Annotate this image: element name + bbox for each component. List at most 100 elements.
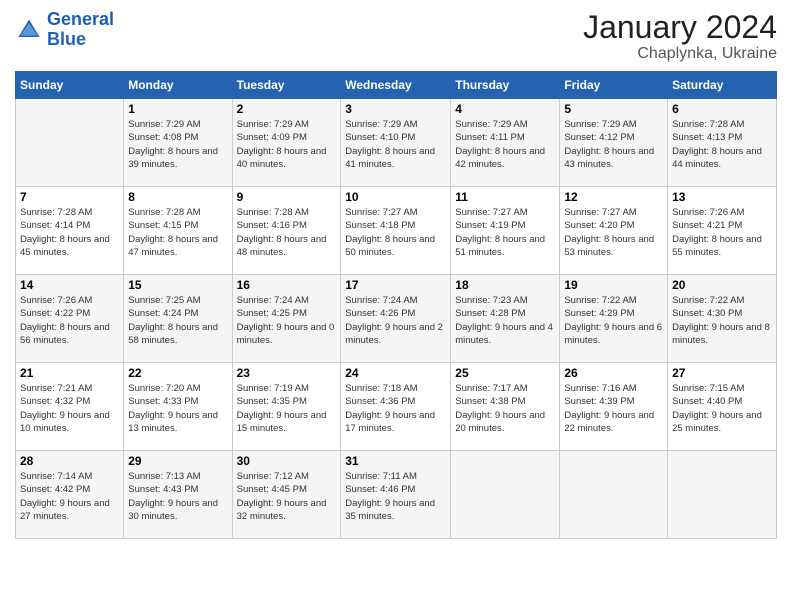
day-number: 31 [345, 454, 446, 468]
sunset-text: Sunset: 4:10 PM [345, 132, 415, 143]
day-cell: 31 Sunrise: 7:11 AM Sunset: 4:46 PM Dayl… [341, 451, 451, 539]
day-number: 27 [672, 366, 772, 380]
logo-text: General Blue [47, 10, 114, 50]
daylight-text: Daylight: 9 hours and 17 minutes. [345, 410, 435, 434]
day-number: 19 [564, 278, 663, 292]
daylight-text: Daylight: 9 hours and 10 minutes. [20, 410, 110, 434]
sunrise-text: Sunrise: 7:18 AM [345, 383, 417, 394]
day-info: Sunrise: 7:16 AM Sunset: 4:39 PM Dayligh… [564, 382, 663, 435]
daylight-text: Daylight: 9 hours and 15 minutes. [237, 410, 327, 434]
daylight-text: Daylight: 8 hours and 39 minutes. [128, 146, 218, 170]
logo-icon [15, 16, 43, 44]
daylight-text: Daylight: 8 hours and 53 minutes. [564, 234, 654, 258]
daylight-text: Daylight: 8 hours and 40 minutes. [237, 146, 327, 170]
sunset-text: Sunset: 4:38 PM [455, 396, 525, 407]
daylight-text: Daylight: 9 hours and 20 minutes. [455, 410, 545, 434]
day-cell: 23 Sunrise: 7:19 AM Sunset: 4:35 PM Dayl… [232, 363, 341, 451]
calendar-body: 1 Sunrise: 7:29 AM Sunset: 4:08 PM Dayli… [16, 99, 777, 539]
sunset-text: Sunset: 4:11 PM [455, 132, 525, 143]
sunset-text: Sunset: 4:16 PM [237, 220, 307, 231]
day-cell: 20 Sunrise: 7:22 AM Sunset: 4:30 PM Dayl… [668, 275, 777, 363]
day-info: Sunrise: 7:24 AM Sunset: 4:25 PM Dayligh… [237, 294, 337, 347]
sunset-text: Sunset: 4:30 PM [672, 308, 742, 319]
day-cell: 24 Sunrise: 7:18 AM Sunset: 4:36 PM Dayl… [341, 363, 451, 451]
sunset-text: Sunset: 4:40 PM [672, 396, 742, 407]
week-row-5: 28 Sunrise: 7:14 AM Sunset: 4:42 PM Dayl… [16, 451, 777, 539]
day-cell: 5 Sunrise: 7:29 AM Sunset: 4:12 PM Dayli… [560, 99, 668, 187]
day-info: Sunrise: 7:17 AM Sunset: 4:38 PM Dayligh… [455, 382, 555, 435]
day-number: 13 [672, 190, 772, 204]
sunset-text: Sunset: 4:14 PM [20, 220, 90, 231]
calendar-header: Sunday Monday Tuesday Wednesday Thursday… [16, 72, 777, 99]
sunset-text: Sunset: 4:08 PM [128, 132, 198, 143]
sunset-text: Sunset: 4:42 PM [20, 484, 90, 495]
day-info: Sunrise: 7:22 AM Sunset: 4:30 PM Dayligh… [672, 294, 772, 347]
header: General Blue January 2024 Chaplynka, Ukr… [15, 10, 777, 63]
day-cell: 30 Sunrise: 7:12 AM Sunset: 4:45 PM Dayl… [232, 451, 341, 539]
day-number: 29 [128, 454, 227, 468]
day-cell: 13 Sunrise: 7:26 AM Sunset: 4:21 PM Dayl… [668, 187, 777, 275]
day-cell [560, 451, 668, 539]
sunset-text: Sunset: 4:22 PM [20, 308, 90, 319]
logo: General Blue [15, 10, 114, 50]
day-info: Sunrise: 7:29 AM Sunset: 4:10 PM Dayligh… [345, 118, 446, 171]
daylight-text: Daylight: 8 hours and 41 minutes. [345, 146, 435, 170]
day-number: 15 [128, 278, 227, 292]
header-row: Sunday Monday Tuesday Wednesday Thursday… [16, 72, 777, 99]
day-cell: 29 Sunrise: 7:13 AM Sunset: 4:43 PM Dayl… [124, 451, 232, 539]
sunrise-text: Sunrise: 7:22 AM [672, 295, 744, 306]
col-friday: Friday [560, 72, 668, 99]
day-cell: 14 Sunrise: 7:26 AM Sunset: 4:22 PM Dayl… [16, 275, 124, 363]
sunrise-text: Sunrise: 7:27 AM [345, 207, 417, 218]
sunrise-text: Sunrise: 7:26 AM [20, 295, 92, 306]
sunset-text: Sunset: 4:35 PM [237, 396, 307, 407]
day-info: Sunrise: 7:11 AM Sunset: 4:46 PM Dayligh… [345, 470, 446, 523]
sunrise-text: Sunrise: 7:20 AM [128, 383, 200, 394]
day-number: 3 [345, 102, 446, 116]
sunrise-text: Sunrise: 7:25 AM [128, 295, 200, 306]
daylight-text: Daylight: 9 hours and 30 minutes. [128, 498, 218, 522]
day-cell: 4 Sunrise: 7:29 AM Sunset: 4:11 PM Dayli… [451, 99, 560, 187]
day-info: Sunrise: 7:29 AM Sunset: 4:09 PM Dayligh… [237, 118, 337, 171]
day-info: Sunrise: 7:28 AM Sunset: 4:13 PM Dayligh… [672, 118, 772, 171]
day-info: Sunrise: 7:27 AM Sunset: 4:18 PM Dayligh… [345, 206, 446, 259]
sunrise-text: Sunrise: 7:28 AM [128, 207, 200, 218]
day-info: Sunrise: 7:21 AM Sunset: 4:32 PM Dayligh… [20, 382, 119, 435]
day-cell: 2 Sunrise: 7:29 AM Sunset: 4:09 PM Dayli… [232, 99, 341, 187]
week-row-2: 7 Sunrise: 7:28 AM Sunset: 4:14 PM Dayli… [16, 187, 777, 275]
sunrise-text: Sunrise: 7:29 AM [128, 119, 200, 130]
sunrise-text: Sunrise: 7:17 AM [455, 383, 527, 394]
daylight-text: Daylight: 9 hours and 27 minutes. [20, 498, 110, 522]
daylight-text: Daylight: 9 hours and 32 minutes. [237, 498, 327, 522]
daylight-text: Daylight: 8 hours and 51 minutes. [455, 234, 545, 258]
sunset-text: Sunset: 4:39 PM [564, 396, 634, 407]
month-title: January 2024 [583, 10, 777, 45]
day-number: 1 [128, 102, 227, 116]
day-info: Sunrise: 7:14 AM Sunset: 4:42 PM Dayligh… [20, 470, 119, 523]
logo-line1: General [47, 9, 114, 29]
day-info: Sunrise: 7:28 AM Sunset: 4:15 PM Dayligh… [128, 206, 227, 259]
sunset-text: Sunset: 4:46 PM [345, 484, 415, 495]
daylight-text: Daylight: 8 hours and 44 minutes. [672, 146, 762, 170]
day-number: 30 [237, 454, 337, 468]
sunset-text: Sunset: 4:24 PM [128, 308, 198, 319]
day-number: 21 [20, 366, 119, 380]
sunset-text: Sunset: 4:25 PM [237, 308, 307, 319]
sunset-text: Sunset: 4:15 PM [128, 220, 198, 231]
day-info: Sunrise: 7:29 AM Sunset: 4:08 PM Dayligh… [128, 118, 227, 171]
day-info: Sunrise: 7:26 AM Sunset: 4:21 PM Dayligh… [672, 206, 772, 259]
calendar-page: General Blue January 2024 Chaplynka, Ukr… [0, 0, 792, 612]
day-info: Sunrise: 7:25 AM Sunset: 4:24 PM Dayligh… [128, 294, 227, 347]
sunset-text: Sunset: 4:36 PM [345, 396, 415, 407]
sunrise-text: Sunrise: 7:28 AM [237, 207, 309, 218]
sunset-text: Sunset: 4:13 PM [672, 132, 742, 143]
day-cell: 11 Sunrise: 7:27 AM Sunset: 4:19 PM Dayl… [451, 187, 560, 275]
daylight-text: Daylight: 8 hours and 42 minutes. [455, 146, 545, 170]
daylight-text: Daylight: 8 hours and 50 minutes. [345, 234, 435, 258]
sunset-text: Sunset: 4:12 PM [564, 132, 634, 143]
day-cell [16, 99, 124, 187]
sunset-text: Sunset: 4:19 PM [455, 220, 525, 231]
col-saturday: Saturday [668, 72, 777, 99]
day-info: Sunrise: 7:27 AM Sunset: 4:20 PM Dayligh… [564, 206, 663, 259]
day-number: 17 [345, 278, 446, 292]
